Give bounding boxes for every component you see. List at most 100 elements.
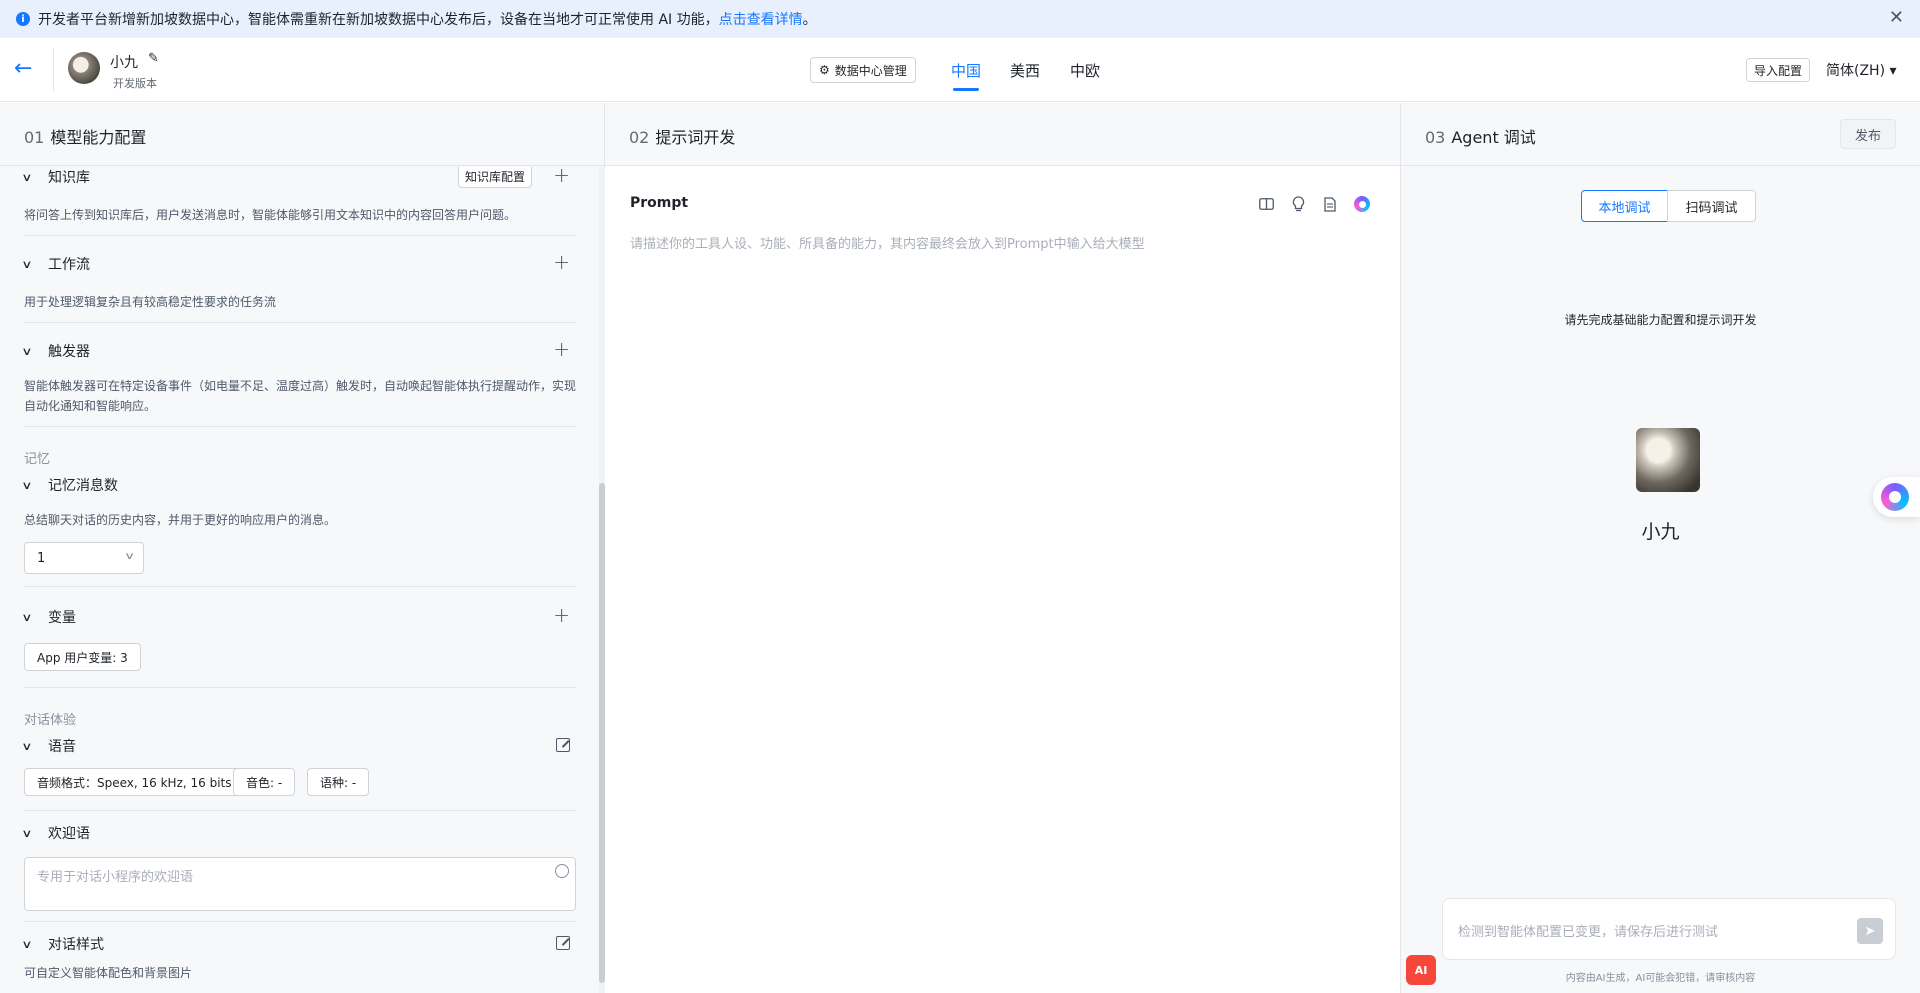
memory-count-desc: 总结聊天对话的历史内容，并用于更好的响应用户的消息。 [24, 513, 337, 527]
banner-details-link[interactable]: 点击查看详情 [719, 9, 803, 29]
memory-group-label: 记忆 [24, 452, 51, 467]
document-icon[interactable] [1322, 196, 1338, 212]
edit-voice-icon[interactable] [556, 738, 570, 752]
floating-ai-assistant-button[interactable] [1873, 477, 1920, 517]
region-tab-central-europe[interactable]: 中欧 [1070, 60, 1100, 81]
publish-button[interactable]: 发布 [1839, 119, 1896, 149]
chat-input-placeholder: 检测到智能体配置已变更，请保存后进行测试 [1458, 925, 1719, 940]
knowledge-section-header[interactable]: ∨ 知识库 知识库配置 + [21, 167, 576, 188]
chevron-down-icon[interactable]: ∨ [21, 345, 41, 358]
workflow-title: 工作流 [48, 257, 90, 273]
app-user-variable-tag[interactable]: App 用户变量: 3 [24, 643, 141, 671]
tab-local-debug[interactable]: 本地调试 [1581, 190, 1668, 222]
variables-section-header[interactable]: ∨ 变量 + [21, 605, 576, 628]
voice-timbre-tag: 音色: - [233, 768, 296, 796]
chevron-down-icon[interactable]: ∨ [21, 171, 41, 184]
voice-language-tag: 语种: - [307, 768, 370, 796]
knowledge-title: 知识库 [48, 170, 90, 186]
add-knowledge-plus-icon[interactable]: + [553, 167, 570, 185]
chevron-down-icon[interactable]: ∨ [21, 479, 41, 492]
region-tab-china[interactable]: 中国 [951, 60, 981, 91]
banner-suffix: 。 [802, 12, 817, 28]
add-trigger-plus-icon[interactable]: + [553, 339, 570, 359]
model-config-header: 01 模型能力配置 [0, 103, 604, 166]
divider [24, 921, 576, 922]
data-center-manage-label: 数据中心管理 [834, 63, 907, 78]
style-title: 对话样式 [48, 937, 104, 953]
variables-title: 变量 [48, 610, 76, 626]
model-config-title: 01 模型能力配置 [24, 124, 146, 148]
section-title: 模型能力配置 [50, 128, 147, 147]
close-icon[interactable]: ✕ [1889, 9, 1904, 27]
ai-assistant-icon [1881, 483, 1909, 511]
memory-count-section-header[interactable]: ∨ 记忆消息数 [21, 474, 576, 496]
welcome-placeholder: 专用于对话小程序的欢迎语 [37, 870, 194, 885]
voice-section-header[interactable]: ∨ 语音 [21, 735, 576, 757]
ai-disclaimer: 内容由AI生成，AI可能会犯错，请审核内容 [1565, 973, 1756, 984]
setup-notice: 请先完成基础能力配置和提示词开发 [1564, 313, 1757, 327]
ai-assistant-icon[interactable] [1354, 196, 1370, 212]
prompt-label: Prompt [630, 195, 689, 211]
avatar [68, 52, 100, 84]
model-config-body: ∨ 知识库 知识库配置 + 将问答上传到知识库后，用户发送消息时，智能体能够引用… [0, 167, 590, 993]
top-header: ← 小九 ✎ 开发版本 ⚙ 数据中心管理 中国 美西 中欧 导入配置 简体(ZH… [0, 38, 1920, 102]
section-number: 03 [1425, 128, 1446, 147]
knowledge-desc: 将问答上传到知识库后，用户发送消息时，智能体能够引用文本知识中的内容回答用户问题… [24, 208, 517, 222]
chevron-down-icon[interactable]: ∨ [21, 611, 41, 624]
agent-debug-header: 03 Agent 调试 发布 [1401, 103, 1920, 166]
chevron-down-icon[interactable]: ∨ [21, 258, 41, 271]
divider [24, 586, 576, 587]
voice-format-tag: 音频格式：Speex, 16 kHz, 16 bits [24, 768, 245, 796]
edit-style-icon[interactable] [556, 936, 570, 950]
chevron-down-icon[interactable]: ∨ [21, 938, 41, 951]
dialog-group-label: 对话体验 [24, 713, 77, 728]
chevron-down-icon[interactable]: ∨ [21, 740, 41, 753]
info-icon: i [16, 12, 30, 26]
agent-avatar [1636, 428, 1700, 492]
lightbulb-icon[interactable] [1290, 196, 1306, 212]
divider [24, 235, 576, 236]
split-view-icon[interactable] [1258, 196, 1274, 212]
voice-title: 语音 [48, 739, 76, 755]
trigger-desc: 智能体触发器可在特定设备事件（如电量不足、温度过高）触发时，自动唤起智能体执行提… [24, 379, 577, 413]
globe-icon[interactable] [555, 864, 569, 878]
welcome-section-header[interactable]: ∨ 欢迎语 [21, 822, 576, 844]
agent-version: 开发版本 [113, 77, 157, 90]
chat-input[interactable]: 检测到智能体配置已变更，请保存后进行测试 ➤ [1442, 898, 1896, 960]
agent-debug-panel: 03 Agent 调试 发布 本地调试 扫码调试 请先完成基础能力配置和提示词开发… [1401, 103, 1920, 993]
workflow-section-header[interactable]: ∨ 工作流 + [21, 252, 576, 275]
section-number: 01 [24, 128, 45, 147]
knowledge-config-button[interactable]: 知识库配置 [457, 167, 532, 188]
memory-count-value: 1 [37, 550, 46, 566]
style-section-header[interactable]: ∨ 对话样式 [21, 933, 576, 955]
prompt-editor[interactable]: 请描述你的工具人设、功能、所具备的能力，其内容最终会放入到Prompt中输入给大… [630, 233, 1145, 252]
chevron-down-icon[interactable]: ∨ [21, 827, 41, 840]
divider [24, 426, 576, 427]
trigger-title: 触发器 [48, 344, 90, 360]
trigger-section-header[interactable]: ∨ 触发器 + [21, 339, 576, 362]
style-desc: 可自定义智能体配色和背景图片 [24, 966, 193, 980]
send-icon[interactable]: ➤ [1857, 918, 1883, 944]
divider [24, 322, 576, 323]
language-select[interactable]: 简体(ZH) ▾ [1826, 60, 1897, 80]
memory-count-title: 记忆消息数 [48, 478, 118, 494]
section-title: 提示词开发 [655, 128, 736, 147]
pencil-icon[interactable]: ✎ [148, 51, 159, 66]
region-tab-us-west[interactable]: 美西 [1010, 60, 1040, 81]
divider [24, 810, 576, 811]
welcome-textarea[interactable]: 专用于对话小程序的欢迎语 [24, 857, 576, 911]
memory-count-select[interactable]: 1 ∨ [24, 542, 144, 574]
add-variable-plus-icon[interactable]: + [553, 605, 570, 625]
welcome-title: 欢迎语 [48, 826, 90, 842]
import-config-button[interactable]: 导入配置 [1746, 58, 1811, 82]
tab-scan-debug[interactable]: 扫码调试 [1667, 190, 1756, 222]
agent-display-name: 小九 [1641, 521, 1680, 543]
workflow-desc: 用于处理逻辑复杂且有较高稳定性要求的任务流 [24, 295, 277, 309]
section-title: Agent 调试 [1451, 128, 1536, 147]
data-center-manage-button[interactable]: ⚙ 数据中心管理 [810, 57, 916, 83]
chevron-down-icon: ∨ [123, 551, 135, 562]
agent-name: 小九 [110, 55, 138, 71]
add-workflow-plus-icon[interactable]: + [553, 252, 570, 272]
header-divider [53, 48, 54, 92]
back-arrow-icon[interactable]: ← [14, 58, 38, 82]
